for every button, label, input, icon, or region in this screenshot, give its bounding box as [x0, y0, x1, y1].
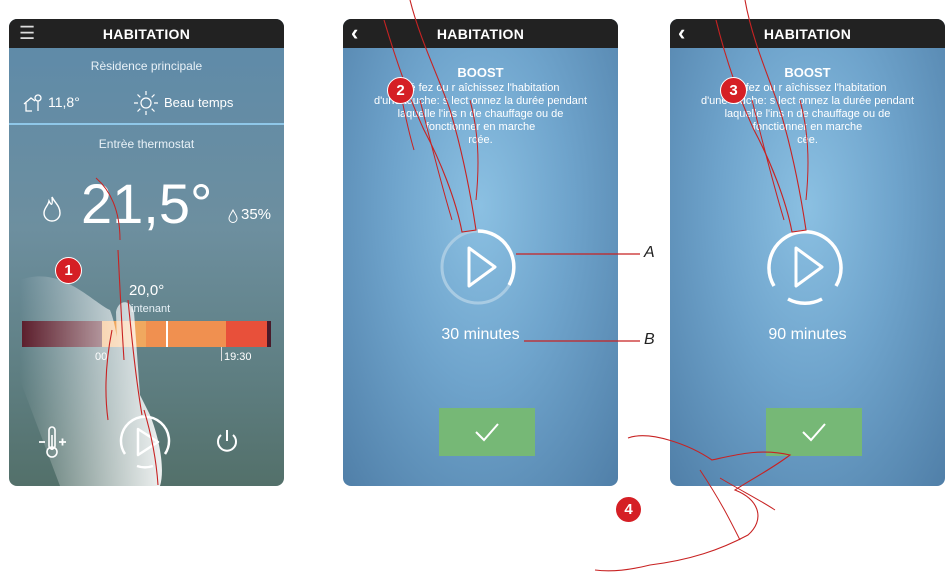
- boost-title: BOOST: [784, 65, 831, 80]
- weather-label: Beau temps: [164, 95, 234, 110]
- callout-a: A: [644, 244, 655, 261]
- description-line: laquelle l'ins n de chauffage ou de: [397, 108, 564, 120]
- confirm-button[interactable]: [766, 408, 862, 456]
- boost-duration: 30 minutes: [441, 326, 520, 343]
- zone-name: Entrèe thermostat: [98, 137, 195, 151]
- boost-title: BOOST: [457, 65, 504, 80]
- menu-icon[interactable]: ☰: [19, 23, 35, 44]
- app-title: HABITATION: [436, 25, 525, 42]
- callout-b: B: [644, 331, 655, 348]
- boost-screen-90: ‹ HABITATION BOOST Ré fez ou r aîchissez…: [670, 19, 945, 486]
- description-line: cée.: [797, 134, 818, 146]
- top-bar: ‹ HABITATION: [670, 19, 945, 48]
- setpoint-value: 20,0°: [129, 282, 165, 299]
- back-chevron-icon[interactable]: ‹: [678, 20, 685, 46]
- sun-icon: [134, 91, 158, 115]
- schedule-bar: [22, 321, 271, 347]
- description-line: Ré fez ou r aîchissez l'habitation: [728, 82, 887, 94]
- confirm-button[interactable]: [439, 408, 535, 456]
- boost-description: Ré fez ou r aîchissez l'habitation d'une…: [676, 82, 939, 147]
- step-badge-1: 1: [55, 257, 82, 284]
- time-tick: [221, 347, 222, 361]
- app-title: HABITATION: [763, 25, 852, 42]
- description-line: fonctionner en marche: [752, 121, 863, 133]
- boost-dial[interactable]: [433, 222, 523, 312]
- divider: [9, 123, 284, 125]
- schedule-start-time: 00: [95, 351, 108, 363]
- check-icon: [802, 423, 826, 442]
- boost-dial[interactable]: [760, 222, 850, 312]
- step-badge-2: 2: [387, 77, 414, 104]
- residence-name: Rèsidence principale: [90, 59, 203, 73]
- check-icon: [475, 423, 499, 442]
- description-line: d'une touche: s lect onnez la durée pend…: [700, 95, 915, 107]
- now-label: intenant: [131, 303, 171, 315]
- schedule-end-time: 19:30: [224, 351, 252, 363]
- top-bar: ☰ HABITATION: [9, 19, 284, 48]
- boost-duration: 90 minutes: [768, 326, 847, 343]
- back-chevron-icon[interactable]: ‹: [351, 20, 358, 46]
- app-title: HABITATION: [102, 25, 191, 42]
- current-temperature: 21,5°: [81, 172, 213, 235]
- weather-row: 11,8° Beau temps: [9, 91, 284, 115]
- description-line: rcée.: [468, 134, 493, 146]
- drop-icon: [228, 209, 238, 223]
- description-line: fonctionner en marche: [425, 121, 536, 133]
- flame-icon: [43, 196, 61, 222]
- step-badge-3: 3: [720, 77, 747, 104]
- boost-screen-30: ‹ HABITATION BOOST Ré fez ou r aîchissez…: [343, 19, 618, 486]
- thermometer-adjust-icon[interactable]: [38, 423, 68, 461]
- description-line: laquelle l'ins n de chauffage ou de: [724, 108, 891, 120]
- boost-play-icon[interactable]: [115, 412, 175, 472]
- humidity-value: 35%: [241, 206, 272, 223]
- house-thermometer-icon: [23, 94, 42, 112]
- power-icon[interactable]: [215, 427, 239, 455]
- step-badge-4: 4: [615, 496, 642, 523]
- top-bar: ‹ HABITATION: [343, 19, 618, 48]
- external-temperature: 11,8°: [48, 94, 80, 110]
- thermostat-screen: ☰ HABITATION Rèsidence principale 11,8° …: [9, 19, 284, 486]
